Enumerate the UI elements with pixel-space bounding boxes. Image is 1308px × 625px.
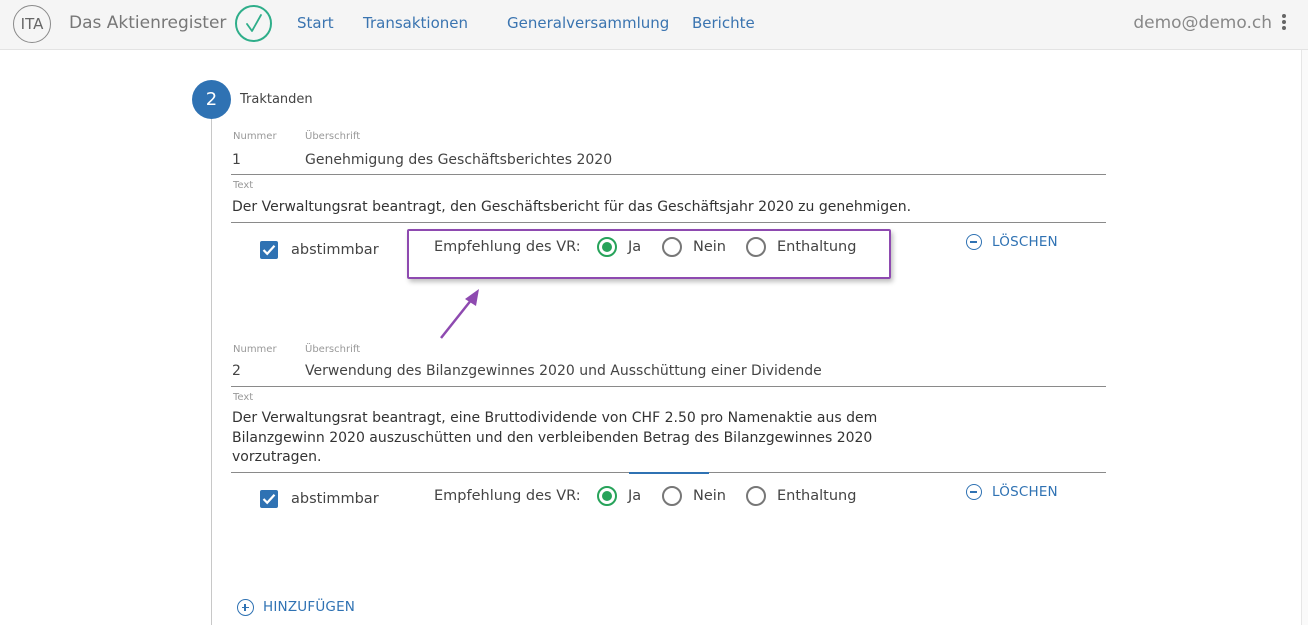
minus-circle-icon[interactable] xyxy=(966,484,982,500)
item-2-radio-ja[interactable] xyxy=(597,486,617,506)
minus-circle-icon[interactable] xyxy=(966,234,982,250)
item-2-ueberschrift-field[interactable]: Verwendung des Bilanzgewinnes 2020 und A… xyxy=(305,363,822,379)
step-connector-line xyxy=(211,118,212,625)
scrollbar[interactable] xyxy=(1301,50,1308,625)
top-navbar: ITA Das Aktienregister Start Transaktion… xyxy=(0,0,1308,50)
plus-circle-icon[interactable] xyxy=(237,599,254,616)
text-label: Text xyxy=(233,180,254,191)
item-1-nummer-field[interactable]: 1 xyxy=(232,152,241,168)
text-line: Der Verwaltungsrat beantragt, eine Brutt… xyxy=(232,410,878,426)
nummer-label: Nummer xyxy=(233,344,277,355)
radio-label-nein: Nein xyxy=(693,488,726,504)
abstimmbar-label: abstimmbar xyxy=(291,242,379,258)
item-2-radio-nein[interactable] xyxy=(662,486,682,506)
ueberschrift-label: Überschrift xyxy=(305,131,361,142)
radio-label-ja: Ja xyxy=(628,488,642,504)
item-1-loeschen-button[interactable]: LÖSCHEN xyxy=(992,234,1058,250)
app-title: Das Aktienregister xyxy=(69,13,227,33)
item-1-ueberschrift-field[interactable]: Genehmigung des Geschäftsberichtes 2020 xyxy=(305,152,612,168)
text-line: Bilanzgewinn 2020 auszuschütten und den … xyxy=(232,429,873,446)
nav-berichte[interactable]: Berichte xyxy=(692,14,755,32)
item-2-loeschen-button[interactable]: LÖSCHEN xyxy=(992,484,1058,500)
item-1-text-field[interactable]: Der Verwaltungsrat beantragt, den Geschä… xyxy=(232,198,911,218)
hinzufuegen-button[interactable]: HINZUFÜGEN xyxy=(263,599,355,615)
user-email[interactable]: demo@demo.ch xyxy=(1133,13,1272,33)
abstimmbar-label: abstimmbar xyxy=(291,491,379,507)
annotation-arrow-icon xyxy=(440,289,479,339)
checkmark-icon xyxy=(262,245,276,256)
item-2-nummer-field[interactable]: 2 xyxy=(232,363,241,379)
more-vertical-icon[interactable] xyxy=(1280,14,1288,32)
item-2-abstimmbar-checkbox[interactable] xyxy=(260,490,278,508)
divider xyxy=(231,222,1106,223)
nummer-label: Nummer xyxy=(233,131,277,142)
radio-label-enthaltung: Enthaltung xyxy=(777,488,857,504)
divider xyxy=(231,174,1106,175)
annotation-highlight-box xyxy=(407,229,891,279)
item-1-abstimmbar-checkbox[interactable] xyxy=(260,241,278,259)
nav-generalversammlung[interactable]: Generalversammlung xyxy=(507,14,669,32)
divider xyxy=(231,386,1106,387)
step-title: Traktanden xyxy=(240,92,313,107)
input-focus-indicator xyxy=(629,472,709,474)
item-2-text-field[interactable]: Der Verwaltungsrat beantragt, eine Brutt… xyxy=(232,409,877,468)
checkmark-icon xyxy=(235,5,272,42)
text-line: Der Verwaltungsrat beantragt, den Geschä… xyxy=(232,199,912,215)
checkmark-icon xyxy=(262,494,276,505)
ita-logo[interactable]: ITA xyxy=(13,5,51,43)
ueberschrift-label: Überschrift xyxy=(305,344,361,355)
text-line: vorzutragen. xyxy=(232,449,322,465)
nav-transaktionen[interactable]: Transaktionen xyxy=(363,14,468,32)
text-label: Text xyxy=(233,392,254,403)
nav-start[interactable]: Start xyxy=(297,14,334,32)
empfehlung-label: Empfehlung des VR: xyxy=(434,488,581,504)
step-number-badge: 2 xyxy=(192,80,231,119)
item-2-radio-enthaltung[interactable] xyxy=(746,486,766,506)
